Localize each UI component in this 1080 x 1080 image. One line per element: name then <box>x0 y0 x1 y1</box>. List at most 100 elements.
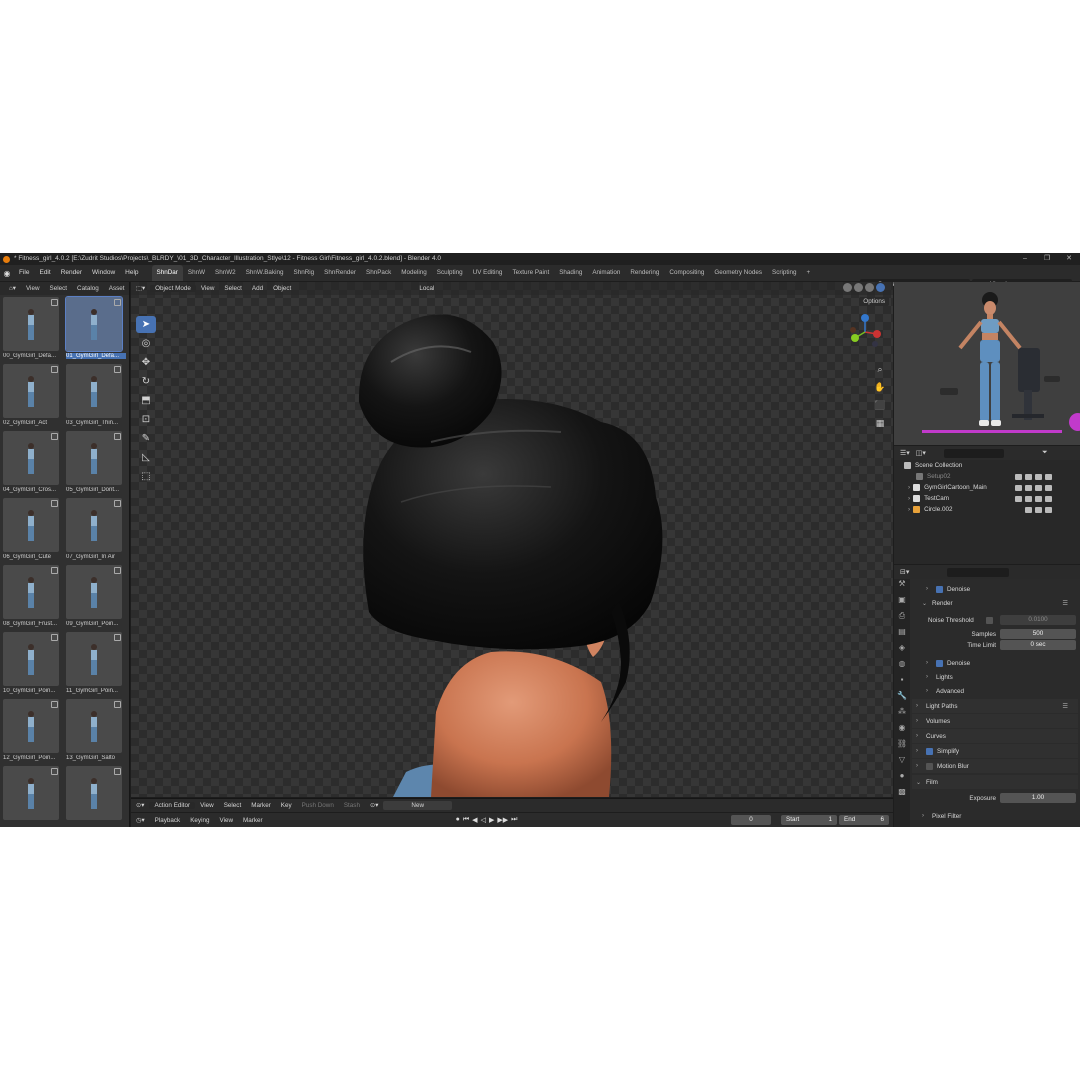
film-panel[interactable]: ⌄ Film <box>912 775 1078 789</box>
asset-menu-select[interactable]: Select <box>45 285 73 292</box>
light-paths-panel[interactable]: › Light Paths ☰ <box>912 699 1078 713</box>
render-subpanel[interactable]: ⌄ Render ☰ <box>912 596 1078 610</box>
denoise-subpanel-2[interactable]: › Denoise <box>912 656 1078 670</box>
edit-asset-icon[interactable] <box>51 433 58 440</box>
object-mode-dropdown[interactable]: Object Mode <box>150 285 196 292</box>
menu-edit[interactable]: Edit <box>34 265 55 281</box>
tab-shnw2[interactable]: ShnW2 <box>210 265 241 281</box>
push-down-button[interactable]: Push Down <box>297 802 339 809</box>
annotate-tool-icon[interactable]: ✎ <box>136 430 156 447</box>
record-icon[interactable]: ● <box>456 816 460 824</box>
visibility-toggles[interactable] <box>1025 506 1052 513</box>
zoom-icon[interactable]: ⌕ <box>873 364 887 382</box>
minimize-icon[interactable]: – <box>1014 253 1036 265</box>
asset-menu-view[interactable]: View <box>21 285 45 292</box>
tab-compositing[interactable]: Compositing <box>664 265 709 281</box>
asset-item[interactable]: 06_GymGirl_Cute <box>3 498 61 563</box>
action-browse-icon[interactable]: ⊙▾ <box>365 802 383 809</box>
solid-shading-icon[interactable] <box>854 283 863 292</box>
edit-asset-icon[interactable] <box>51 567 58 574</box>
denoise-checkbox-2[interactable] <box>936 659 943 667</box>
asset-item[interactable] <box>66 766 124 827</box>
tab-shnw[interactable]: ShnW <box>183 265 210 281</box>
outliner-row-testcam[interactable]: › TestCam <box>894 493 1080 504</box>
pan-hand-icon[interactable]: ✋ <box>873 382 887 400</box>
transform-orientation-dropdown[interactable]: Local <box>414 285 439 292</box>
display-mode-icon[interactable]: ◫▾ <box>916 449 926 457</box>
current-frame-field[interactable]: 0 <box>731 815 771 825</box>
pixel-filter-subpanel[interactable]: › Pixel Filter <box>912 809 1078 823</box>
menu-render[interactable]: Render <box>56 265 87 281</box>
edit-asset-icon[interactable] <box>114 366 121 373</box>
prev-key-icon[interactable]: ◀ <box>472 816 477 824</box>
tab-shnpack[interactable]: ShnPack <box>361 265 396 281</box>
edit-asset-icon[interactable] <box>51 701 58 708</box>
tab-geometry-nodes[interactable]: Geometry Nodes <box>709 265 767 281</box>
scale-tool-icon[interactable]: ⬒ <box>136 392 156 409</box>
timeline-menu-marker[interactable]: Marker <box>238 817 268 824</box>
properties-search-input[interactable] <box>947 567 1010 577</box>
visibility-toggles[interactable] <box>1015 484 1052 491</box>
next-key-icon[interactable]: ▶▶ <box>497 816 508 824</box>
asset-item[interactable]: 04_GymGirl_Cros... <box>3 431 61 496</box>
scene-collection-row[interactable]: Scene Collection <box>894 460 1080 471</box>
scene-tab-icon[interactable]: ◈ <box>894 643 910 659</box>
outliner-row-gymgirl[interactable]: › GymGirlCartoon_Main <box>894 482 1080 493</box>
timeline-menu-playback[interactable]: Playback <box>150 817 186 824</box>
list-menu-icon[interactable]: ☰ <box>1062 600 1068 607</box>
select-tool-icon[interactable]: ➤ <box>136 316 156 333</box>
tool-tab-icon[interactable]: ⚒ <box>894 579 910 595</box>
editor-type-icon[interactable]: ⬚▾ <box>131 285 150 292</box>
viewport-menu-select[interactable]: Select <box>219 285 247 292</box>
material-tab-icon[interactable]: ● <box>894 771 910 787</box>
add-cube-tool-icon[interactable]: ⬚ <box>136 468 156 485</box>
transform-tool-icon[interactable]: ⊡ <box>136 411 156 428</box>
menu-help[interactable]: Help <box>120 265 143 281</box>
expand-chevron-icon[interactable]: › <box>908 506 910 513</box>
time-limit-field[interactable]: 0 sec <box>1000 640 1076 650</box>
timeline-menu-view[interactable]: View <box>214 817 238 824</box>
jump-start-icon[interactable]: ⏮ <box>463 816 469 824</box>
asset-item[interactable]: 11_GymGirl_Poin... <box>66 632 124 697</box>
asset-item[interactable]: 12_GymGirl_Poin... <box>3 699 61 764</box>
exposure-field[interactable]: 1.00 <box>1000 793 1076 803</box>
edit-asset-icon[interactable] <box>51 366 58 373</box>
expand-chevron-icon[interactable]: › <box>908 495 910 502</box>
asset-item[interactable]: 09_GymGirl_Poin... <box>66 565 124 630</box>
action-menu-view[interactable]: View <box>195 802 219 809</box>
asset-menu-catalog[interactable]: Catalog <box>72 285 104 292</box>
simplify-panel[interactable]: › Simplify <box>912 744 1078 758</box>
tab-modeling[interactable]: Modeling <box>396 265 432 281</box>
volumes-panel[interactable]: › Volumes <box>912 714 1078 728</box>
edit-asset-icon[interactable] <box>51 299 58 306</box>
properties-editor-icon[interactable]: ⊟▾ <box>900 568 909 576</box>
edit-asset-icon[interactable] <box>51 768 58 775</box>
wireframe-shading-icon[interactable] <box>843 283 852 292</box>
world-tab-icon[interactable]: ◍ <box>894 659 910 675</box>
tab-shnw-baking[interactable]: ShnW.Baking <box>241 265 289 281</box>
particles-tab-icon[interactable]: ⁂ <box>894 707 910 723</box>
viewport-menu-add[interactable]: Add <box>247 285 268 292</box>
noise-threshold-checkbox[interactable] <box>986 616 993 624</box>
list-menu-icon[interactable]: ☰ <box>1062 703 1068 710</box>
timeline-editor-icon[interactable]: ◷▾ <box>131 817 150 824</box>
editor-type-icon[interactable]: ⌂▾ <box>4 285 21 292</box>
action-menu-marker[interactable]: Marker <box>246 802 276 809</box>
camera-view-icon[interactable]: ⬛ <box>873 400 887 418</box>
motion-blur-checkbox[interactable] <box>926 762 933 770</box>
noise-threshold-field[interactable]: 0.0100 <box>1000 615 1076 625</box>
cursor-tool-icon[interactable]: ◎ <box>136 335 156 352</box>
output-tab-icon[interactable]: ⎙ <box>894 611 910 627</box>
asset-item[interactable]: 01_GymGirl_Defa... <box>65 296 126 362</box>
options-dropdown[interactable]: Options <box>859 297 889 306</box>
expand-chevron-icon[interactable]: › <box>908 484 910 491</box>
render-tab-icon[interactable]: ▣ <box>894 595 910 611</box>
view-layer-tab-icon[interactable]: ▤ <box>894 627 910 643</box>
modifier-tab-icon[interactable]: 🔧 <box>894 691 910 707</box>
asset-item[interactable] <box>3 766 61 827</box>
visibility-toggles[interactable] <box>1015 473 1052 480</box>
edit-asset-icon[interactable] <box>114 634 121 641</box>
edit-asset-icon[interactable] <box>114 299 121 306</box>
action-menu-key[interactable]: Key <box>276 802 297 809</box>
tab-animation[interactable]: Animation <box>587 265 625 281</box>
